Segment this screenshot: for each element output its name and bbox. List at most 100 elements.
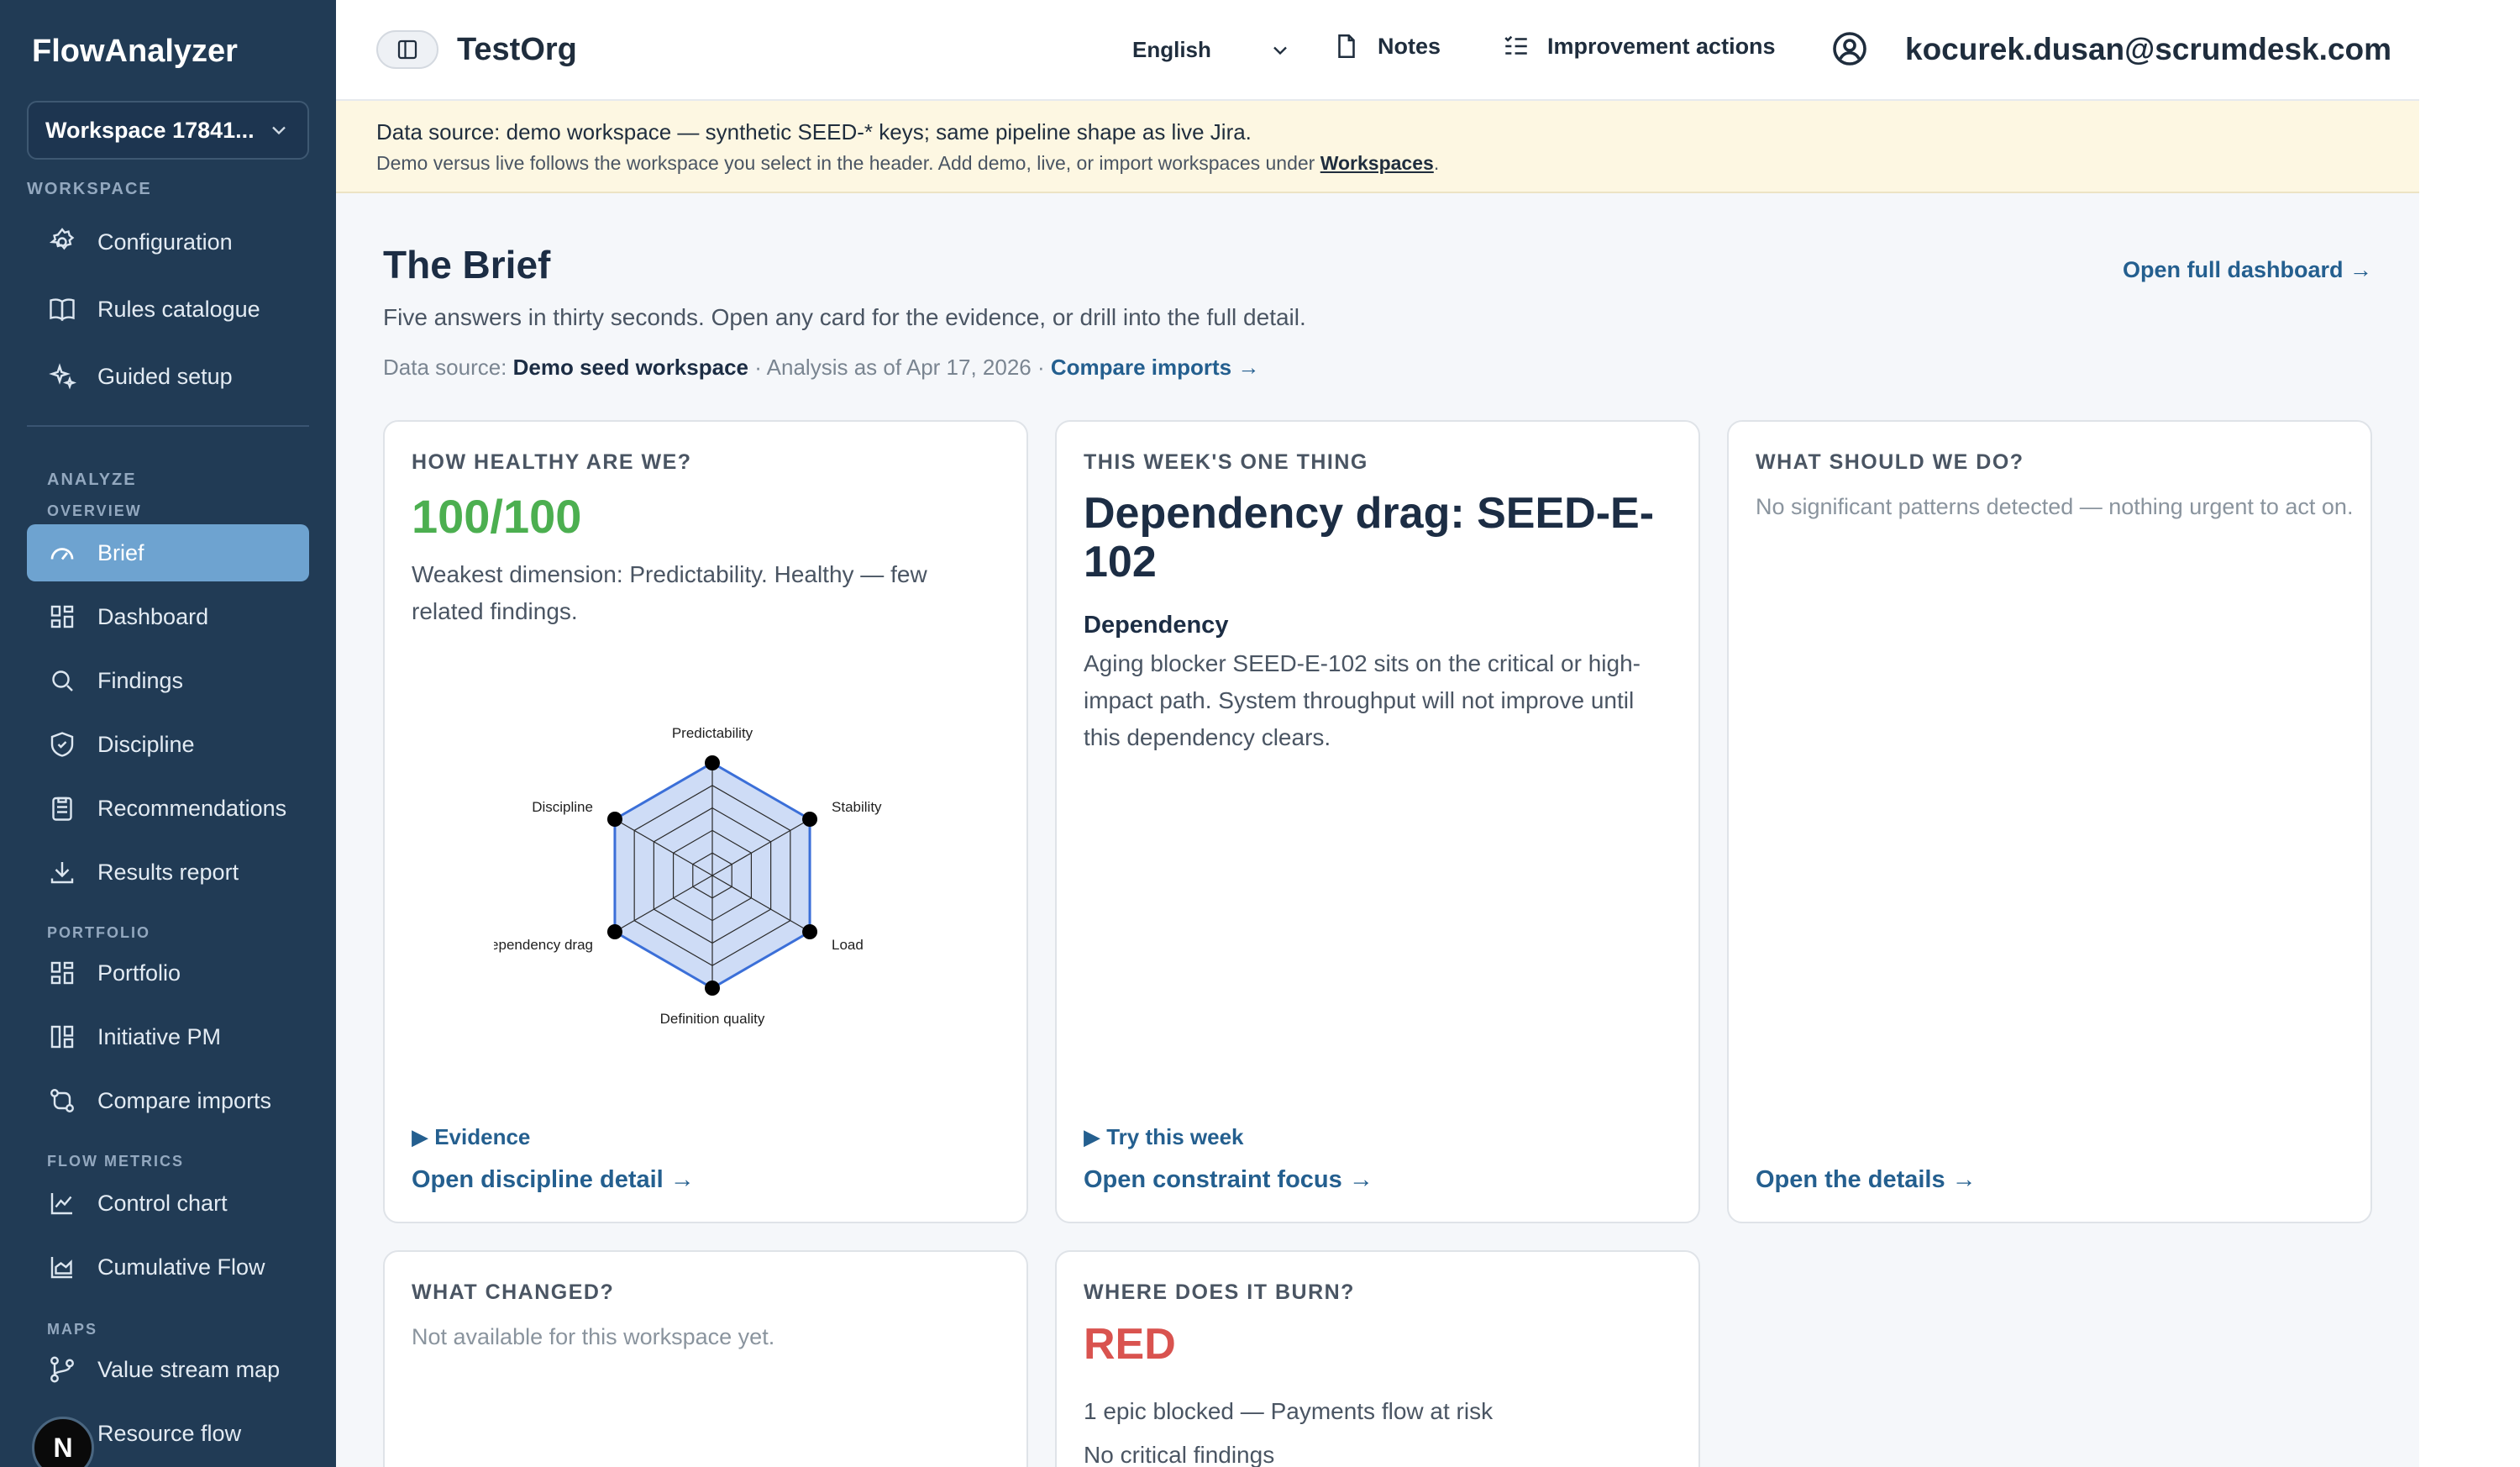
radar-axis-label: Dependency drag <box>494 937 593 953</box>
download-icon <box>50 862 74 884</box>
open-constraint-focus-link[interactable]: Open constraint focus → <box>1084 1166 1373 1194</box>
burn-status: RED <box>1084 1320 1176 1369</box>
chevron-down-icon <box>272 126 286 135</box>
sidebar-item-control-chart[interactable]: Control chart <box>27 1175 309 1232</box>
top-header: TestOrg English Notes Improvement action… <box>336 0 2419 101</box>
clipboard-icon <box>52 797 72 821</box>
user-email[interactable]: kocurek.dusan@scrumdesk.com <box>1905 32 2391 67</box>
sidebar-item-label: Cumulative Flow <box>97 1254 265 1280</box>
sidebar-item-label: Value stream map <box>97 1356 281 1382</box>
sidebar-item-guided[interactable]: Guided setup <box>27 348 309 405</box>
radar-point <box>606 924 622 939</box>
radar-point <box>606 812 622 827</box>
app-title: FlowAnalyzer <box>32 34 238 69</box>
card-one-thing: THIS WEEK'S ONE THING Dependency drag: S… <box>1055 420 1700 1223</box>
sidebar-item-label: Recommendations <box>97 795 287 821</box>
section-label-maps: MAPS <box>47 1321 98 1338</box>
notes-button[interactable]: Notes <box>1332 32 1441 60</box>
open-discipline-detail-link[interactable]: Open discipline detail → <box>412 1166 695 1194</box>
org-name: TestOrg <box>457 32 577 67</box>
right-margin <box>2419 0 2520 1467</box>
compare-imports-link[interactable]: Compare imports → <box>1051 355 1260 380</box>
health-text: Weakest dimension: Predictability. Healt… <box>412 561 927 624</box>
section-label-workspace: WORKSPACE <box>27 180 152 198</box>
try-this-week-toggle[interactable]: ▶ Try this week <box>1084 1124 1244 1150</box>
open-details-link[interactable]: Open the details → <box>1756 1166 1977 1194</box>
chevron-down-icon[interactable] <box>1268 39 1292 62</box>
sidebar-item-label: Portfolio <box>97 960 181 986</box>
card-label: WHERE DOES IT BURN? <box>1084 1280 1355 1304</box>
radar-point <box>802 924 818 939</box>
sidebar-item-compare[interactable]: Compare imports <box>27 1072 309 1129</box>
sidebar-item-label: Discipline <box>97 731 195 757</box>
sidebar-item-value-stream[interactable]: Value stream map <box>27 1341 309 1398</box>
git-branch-icon <box>50 1356 74 1383</box>
sidebar-item-dashboard[interactable]: Dashboard <box>27 588 309 645</box>
card-label: HOW HEALTHY ARE WE? <box>412 450 692 474</box>
burn-line-1: 1 epic blocked — Payments flow at risk <box>1084 1398 1494 1424</box>
banner-line-2: Demo versus live follows the workspace y… <box>376 152 2379 175</box>
banner-line-2-text: Demo versus live follows the workspace y… <box>376 152 1320 174</box>
sidebar-item-discipline[interactable]: Discipline <box>27 716 309 773</box>
improvement-actions-label: Improvement actions <box>1547 33 1776 59</box>
card-label: WHAT CHANGED? <box>412 1280 615 1304</box>
sidebar-item-recommendations[interactable]: Recommendations <box>27 780 309 837</box>
sidebar-toggle-button[interactable] <box>376 30 438 69</box>
workspace-select-label: Workspace 17841... <box>45 117 255 143</box>
grid-icon <box>50 605 74 628</box>
radar-axis-label: Stability <box>832 799 882 815</box>
language-select[interactable]: English <box>1132 37 1211 63</box>
book-icon <box>50 298 75 322</box>
sidebar-item-label: Control chart <box>97 1190 228 1216</box>
banner-line-1: Data source: demo workspace — synthetic … <box>376 119 1252 145</box>
notes-label: Notes <box>1378 33 1441 59</box>
radar-axis-label: Load <box>832 937 864 953</box>
what-to-do-text: No significant patterns detected — nothi… <box>1756 494 2354 519</box>
section-label-analyze: ANALYZE <box>47 471 137 489</box>
card-what-changed: WHAT CHANGED? Not available for this wor… <box>383 1250 1028 1467</box>
open-full-dashboard-link[interactable]: Open full dashboard → <box>2123 257 2372 283</box>
sidebar-item-rules[interactable]: Rules catalogue <box>27 281 309 338</box>
area-chart-icon <box>50 1257 72 1279</box>
sidebar-item-label: Brief <box>97 539 144 565</box>
sidebar-item-findings[interactable]: Findings <box>27 652 309 709</box>
sidebar: FlowAnalyzer Workspace 17841... WORKSPAC… <box>0 0 336 1467</box>
sidebar-item-brief[interactable]: Brief <box>27 524 309 581</box>
data-source-banner: Data source: demo workspace — synthetic … <box>336 101 2419 193</box>
sidebar-item-label: Compare imports <box>97 1087 272 1113</box>
section-label-portfolio: PORTFOLIO <box>47 924 150 941</box>
page-title: The Brief <box>383 243 551 287</box>
card-health: HOW HEALTHY ARE WE? 100/100 Weakest dime… <box>383 420 1028 1223</box>
sidebar-item-label: Initiative PM <box>97 1023 222 1049</box>
data-source-meta: Data source: Demo seed workspace · Analy… <box>383 355 1259 381</box>
git-compare-icon <box>50 1089 74 1112</box>
radar-point <box>705 755 720 770</box>
meta-analysis: · Analysis as of Apr 17, 2026 · <box>748 355 1051 380</box>
sidebar-item-label: Configuration <box>97 229 233 255</box>
sidebar-item-results[interactable]: Results report <box>27 844 309 901</box>
workspaces-link[interactable]: Workspaces <box>1320 152 1434 174</box>
section-label-overview: OVERVIEW <box>47 502 142 519</box>
list-checks-icon <box>1504 35 1527 55</box>
sparkles-icon <box>49 363 77 390</box>
what-changed-text: Not available for this workspace yet. <box>412 1324 775 1349</box>
sidebar-item-initiative[interactable]: Initiative PM <box>27 1008 309 1065</box>
sidebar-item-portfolio[interactable]: Portfolio <box>27 944 309 1002</box>
card-label: THIS WEEK'S ONE THING <box>1084 450 1368 474</box>
sidebar-item-label: Rules catalogue <box>97 296 260 322</box>
sidebar-item-cumulative[interactable]: Cumulative Flow <box>27 1238 309 1296</box>
sidebar-item-configuration[interactable]: Configuration <box>27 213 309 271</box>
radar-axis-label: Predictability <box>672 725 753 741</box>
evidence-toggle[interactable]: ▶ Evidence <box>412 1124 530 1150</box>
file-icon <box>1338 34 1355 59</box>
user-circle-icon[interactable] <box>1830 29 1870 69</box>
gear-icon <box>49 228 75 250</box>
divider <box>27 425 309 427</box>
section-label-flow-metrics: FLOW METRICS <box>47 1153 184 1170</box>
radar-axis-label: Definition quality <box>660 1011 765 1027</box>
improvement-actions-button[interactable]: Improvement actions <box>1502 32 1776 60</box>
meta-source: Demo seed workspace <box>512 355 748 380</box>
workspace-select[interactable]: Workspace 17841... <box>27 101 309 160</box>
radar-point <box>705 981 720 996</box>
meta-prefix: Data source: <box>383 355 513 380</box>
